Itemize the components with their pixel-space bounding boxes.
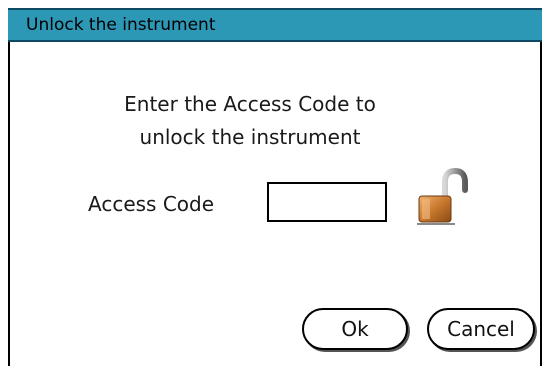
instruction-message: Enter the Access Code to unlock the inst… [70, 88, 430, 154]
title-bar[interactable]: Unlock the instrument [8, 8, 542, 42]
dialog-left-border [8, 42, 10, 366]
unlocked-padlock-icon [417, 168, 468, 225]
dialog-right-border [540, 42, 542, 366]
access-code-label: Access Code [88, 192, 215, 216]
access-code-input[interactable] [267, 182, 387, 222]
instruction-line-2: unlock the instrument [139, 125, 361, 149]
dialog-title: Unlock the instrument [26, 15, 216, 35]
ok-button[interactable]: Ok [302, 308, 408, 350]
unlock-dialog: Unlock the instrument Enter the Access C… [0, 0, 548, 366]
instruction-line-1: Enter the Access Code to [124, 92, 376, 116]
cancel-button[interactable]: Cancel [427, 308, 535, 350]
